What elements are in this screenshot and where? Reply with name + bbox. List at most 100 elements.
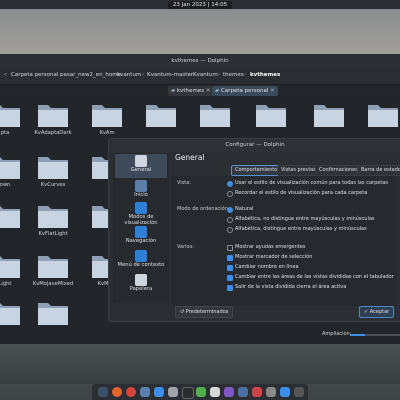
folder-item[interactable]: own	[0, 151, 22, 188]
app-icon[interactable]	[238, 387, 248, 397]
app-icon[interactable]	[224, 387, 234, 397]
checkbox-checked[interactable]	[227, 264, 233, 271]
radio[interactable]	[227, 190, 233, 197]
checkbox-checked[interactable]	[227, 284, 233, 291]
settings-icon[interactable]	[168, 387, 178, 397]
folder-icon: ▰	[215, 88, 220, 94]
option-label: Cambiar entre las áreas de las vistas di…	[235, 274, 394, 280]
breadcrumb-item[interactable]: Kvantum-master	[147, 72, 193, 78]
app-icon[interactable]	[294, 387, 304, 397]
button-label: Predeterminados	[185, 309, 229, 315]
vista-option-common[interactable]: Usar el estilo de visualización común pa…	[227, 180, 388, 187]
settings-content: Vista: Usar el estilo de visualización c…	[171, 176, 397, 306]
breadcrumb-current[interactable]: kvthemes	[250, 72, 280, 78]
folder-item[interactable]: KvFlatLight	[36, 200, 70, 237]
app-icon[interactable]	[266, 387, 276, 397]
checkbox-checked[interactable]	[227, 274, 233, 281]
tab-label: kvthemes	[176, 88, 205, 94]
top-panel: 23 Jan 2023 | 14:05	[0, 0, 400, 9]
page-inicio[interactable]: Inicio	[115, 179, 167, 203]
window-title: kvthemes — Dolphin	[0, 54, 400, 68]
files-icon[interactable]	[140, 387, 150, 397]
folder-item[interactable]: KvAdaptaDark	[34, 99, 72, 136]
vista-option-remember[interactable]: Recordar el estilo de visualización para…	[227, 190, 368, 197]
folder-item[interactable]	[198, 99, 232, 135]
orden-option-natural[interactable]: Natural	[227, 206, 253, 213]
breadcrumb-item[interactable]: kvantum	[117, 72, 141, 78]
tab-comportamiento[interactable]: Comportamiento	[231, 165, 282, 176]
page-papelera[interactable]: Papelera	[115, 273, 167, 297]
app-icon[interactable]	[252, 387, 262, 397]
page-modos-visualizacion[interactable]: Modos de visualización	[115, 201, 167, 226]
varios-option-close-split[interactable]: Salir de la vista dividida cierra el áre…	[227, 284, 347, 291]
config-page-list: General Inicio Modos de visualización Na…	[113, 153, 169, 303]
general-icon	[135, 155, 147, 167]
folder-item[interactable]: KvAm	[90, 99, 124, 136]
tab-label: Carpeta personal	[220, 88, 269, 94]
orden-option-sensitive[interactable]: Alfabética, distingue entre mayúsculas y…	[227, 226, 367, 233]
radio[interactable]	[227, 216, 233, 223]
tab-carpeta-personal[interactable]: ▰ Carpeta personal ✕	[212, 86, 278, 96]
clock[interactable]: 23 Jan 2023 | 14:05	[168, 1, 232, 9]
folder-item[interactable]	[0, 200, 22, 236]
app-icon[interactable]	[210, 387, 220, 397]
wallpaper-bottom	[0, 344, 400, 384]
folder-item[interactable]	[36, 297, 70, 333]
checkbox-checked[interactable]	[227, 254, 233, 261]
folder-item[interactable]	[312, 99, 346, 135]
folder-item[interactable]: KvMojaveMixed	[33, 250, 73, 287]
tab-vistas-previas[interactable]: Vistas previas	[277, 165, 320, 176]
tab-confirmaciones[interactable]: Confirmaciones	[315, 165, 362, 176]
terminal-icon[interactable]	[182, 387, 194, 399]
dolphin-icon[interactable]	[154, 387, 164, 397]
varios-option-tooltips[interactable]: Mostrar ayudas emergentes	[227, 244, 305, 251]
checkbox[interactable]	[227, 244, 233, 251]
page-menu-contexto[interactable]: Menú de contexto	[115, 249, 167, 273]
tab-kvthemes[interactable]: ▰ kvthemes ✕	[168, 86, 214, 96]
varios-option-selection-marker[interactable]: Mostrar marcador de selección	[227, 254, 313, 261]
radio-selected[interactable]	[227, 180, 233, 187]
breadcrumb-item[interactable]: themes	[223, 72, 244, 78]
app-icon[interactable]	[280, 387, 290, 397]
option-label: Salir de la vista dividida cierra el áre…	[235, 284, 347, 290]
folder-item[interactable]: Light	[0, 250, 22, 287]
tab-barra-estado[interactable]: Barra de estado	[357, 165, 400, 176]
page-general[interactable]: General	[115, 154, 167, 178]
page-label: General	[130, 167, 152, 173]
close-tab-icon[interactable]: ✕	[270, 88, 275, 94]
breadcrumb-separator: ›	[218, 72, 221, 78]
folder-item[interactable]	[0, 297, 22, 333]
breadcrumb-separator: ›	[244, 72, 247, 78]
folder-icon	[38, 105, 68, 127]
varios-label: Varios:	[177, 244, 194, 250]
chrome-icon[interactable]	[126, 387, 136, 397]
app-icon[interactable]	[196, 387, 206, 397]
radio-selected[interactable]	[227, 206, 233, 213]
option-label: Alfabética, distingue entre mayúsculas y…	[235, 226, 367, 232]
breadcrumb-item[interactable]: Carpeta personal	[11, 72, 58, 78]
folder-name: KvCurves	[40, 182, 66, 188]
accept-button[interactable]: ✓ Aceptar	[359, 306, 395, 318]
folder-icon	[146, 105, 176, 127]
orden-option-insensitive[interactable]: Alfabética, no distingue entre mayúscula…	[227, 216, 375, 223]
option-label: Recordar el estilo de visualización para…	[235, 190, 368, 196]
folder-item[interactable]: KvCurves	[36, 151, 70, 188]
varios-option-tab-switch[interactable]: Cambiar entre las áreas de las vistas di…	[227, 274, 394, 281]
varios-option-inline-rename[interactable]: Cambiar nombre en línea	[227, 264, 299, 271]
folder-icon	[0, 303, 20, 325]
folder-icon	[38, 303, 68, 325]
folder-item[interactable]	[366, 99, 400, 135]
folder-item[interactable]: pta	[0, 99, 22, 136]
breadcrumb-item[interactable]: Kvantum	[193, 72, 218, 78]
defaults-button[interactable]: ↺ Predeterminados	[175, 306, 234, 318]
dock	[92, 384, 308, 400]
app-launcher-icon[interactable]	[98, 387, 108, 397]
folder-item[interactable]	[144, 99, 178, 135]
folder-name: KvAm	[99, 130, 115, 136]
radio[interactable]	[227, 226, 233, 233]
option-label: Mostrar marcador de selección	[235, 254, 313, 260]
firefox-icon[interactable]	[112, 387, 122, 397]
page-navegacion[interactable]: Navegación	[115, 225, 167, 249]
folder-item[interactable]	[254, 99, 288, 135]
close-tab-icon[interactable]: ✕	[206, 88, 211, 94]
